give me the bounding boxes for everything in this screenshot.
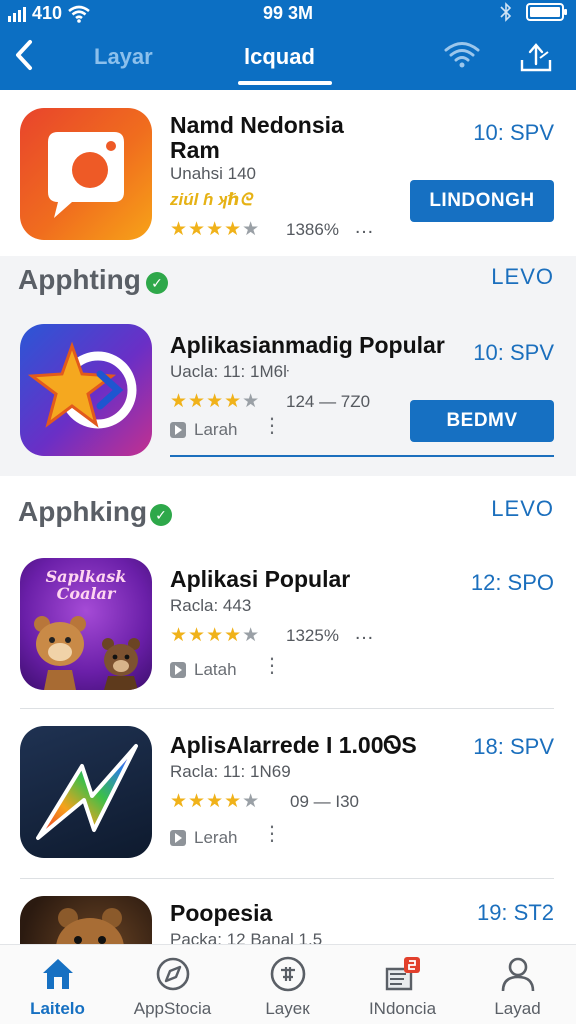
icon-title: Saplkask Coalar — [20, 568, 152, 602]
app-time: 19: ST2 — [476, 900, 554, 925]
wifi-icon — [444, 42, 480, 68]
app-name-line2: Ram — [170, 137, 220, 163]
bear-icon — [56, 908, 124, 944]
more-dots-icon[interactable]: … — [354, 216, 375, 239]
star-rating: ★★★★★ — [170, 391, 261, 412]
app-icon — [20, 324, 152, 456]
list-item-featured[interactable]: Namd Nedonsia Ram Unahsi 140 ziúl ɦ ʞℏᘓ … — [0, 90, 576, 256]
section-see-more[interactable]: LEVO — [491, 264, 554, 290]
bottom-nav-layers[interactable]: Layeк — [230, 945, 345, 1024]
divider — [20, 708, 554, 709]
play-badge-icon — [170, 662, 186, 678]
app-meta: Larah — [170, 420, 237, 440]
icon-title-line2: Coalar — [56, 584, 116, 603]
rating-count: 1325% — [286, 626, 339, 645]
section-header: Apphking ✓ LEVO — [0, 492, 576, 532]
app-time: 12: SPO — [470, 570, 554, 595]
app-meta: Latah — [170, 660, 237, 680]
app-meta-label: Latah — [194, 660, 237, 679]
app-time: 10: SPV — [473, 340, 554, 365]
app-subtitle: Racla: 443 — [170, 596, 252, 615]
section-see-more[interactable]: LEVO — [491, 496, 554, 522]
back-button[interactable] — [10, 38, 40, 74]
star-rating: ★★★★★ — [170, 219, 261, 240]
share-icon — [520, 43, 552, 72]
grid-circle-icon — [270, 956, 306, 992]
home-icon — [43, 959, 73, 989]
chevron-left-icon — [16, 40, 32, 70]
star-badge-icon — [27, 341, 137, 429]
list-item[interactable]: Aplikasianmadig Popular Uacla: 11: 1M6ŀ … — [0, 310, 576, 470]
app-subtitle: Racla: 11: 1N69 — [170, 762, 291, 781]
user-icon — [501, 957, 535, 992]
app-icon: Saplkask Coalar — [20, 558, 152, 690]
section-title: Apphting — [18, 264, 141, 295]
inbox-icon — [385, 957, 420, 991]
progress-line — [170, 455, 554, 457]
app-meta-label: Larah — [194, 420, 238, 439]
bluetooth-icon — [500, 2, 512, 22]
app-icon — [20, 726, 152, 858]
app-subtitle: Unahsi 140 — [170, 164, 257, 183]
share-button[interactable] — [518, 40, 554, 74]
verified-check-icon: ✓ — [150, 504, 172, 526]
play-badge-icon — [170, 422, 186, 438]
top-nav-bar: Layar lcquad — [0, 26, 576, 90]
bottom-nav-label: Layeк — [265, 999, 310, 1018]
bottom-nav-label: INdoncia — [368, 999, 437, 1018]
rating-count: 09 — I30 — [290, 792, 359, 811]
bottom-nav-label: Laitelo — [30, 999, 85, 1018]
app-meta: Lerah — [170, 828, 237, 848]
app-subtitle: Packa: 12 Banal 1.5 — [170, 930, 323, 944]
kebab-menu-icon[interactable]: ⋮ — [262, 656, 282, 676]
bottom-nav: Laitelo AppStocia Layeк INdoncia Layad — [0, 944, 576, 1024]
status-bar: 410 99 3M — [0, 0, 576, 26]
section-title: Apphking — [18, 496, 148, 527]
app-icon — [20, 896, 152, 944]
camera-chat-icon — [48, 132, 124, 218]
bottom-nav-label: Layad — [494, 999, 541, 1018]
app-name: Poopesia — [170, 900, 273, 926]
tab-layar[interactable]: Layar — [94, 44, 153, 70]
app-name: Aplikasi Popular — [170, 566, 351, 592]
list-item[interactable]: Saplkask Coalar Aplikasi Popular Racla: … — [0, 550, 576, 710]
bottom-nav-notifications[interactable]: INdoncia — [345, 945, 460, 1024]
bottom-nav-profile[interactable]: Layad — [460, 945, 575, 1024]
kebab-menu-icon[interactable]: ⋮ — [262, 416, 282, 436]
section-header: Apphting ✓ LEVO — [0, 260, 576, 300]
compass-icon — [156, 957, 190, 991]
rating-count: 1386% — [286, 220, 339, 239]
app-name: Aplikasianmadig Popular — [170, 332, 445, 358]
wifi-button[interactable] — [444, 40, 480, 70]
list-item[interactable]: AplisAlarrede I 1.00ᏫS Racla: 11: 1N69 ★… — [0, 716, 576, 876]
divider — [20, 878, 554, 879]
bottom-nav-label: AppStocia — [133, 999, 212, 1018]
bottom-nav-appstore[interactable]: AppStocia — [115, 945, 230, 1024]
star-rating: ★★★★★ — [170, 625, 261, 646]
rating-count: 124 — 7Z0 — [286, 392, 371, 411]
status-time: 99 3M — [262, 3, 314, 23]
tab-lcquad[interactable]: lcquad — [244, 44, 315, 70]
app-icon — [20, 108, 152, 240]
app-time: 10: SPV — [473, 120, 554, 145]
bottom-nav-home[interactable]: Laitelo — [0, 945, 115, 1024]
battery-icon — [526, 3, 567, 21]
app-subtitle: Uacla: 11: 1M6ŀ — [170, 362, 289, 381]
app-time: 18: SPV — [473, 734, 554, 759]
app-name: AplisAlarrede I 1.00ᏫS — [170, 732, 417, 758]
verified-check-icon: ✓ — [146, 272, 168, 294]
kebab-menu-icon[interactable]: ⋮ — [262, 824, 282, 844]
app-meta-label: Lerah — [194, 828, 238, 847]
install-button[interactable]: LINDONGH — [410, 180, 554, 222]
play-badge-icon — [170, 830, 186, 846]
active-tab-indicator — [238, 81, 332, 85]
app-name: Namd Nedonsia — [170, 112, 344, 138]
icon-title-line1: Saplkask — [45, 567, 127, 586]
app-tagline: ziúl ɦ ʞℏᘓ — [170, 190, 252, 209]
list-item[interactable]: Poopesia Packa: 12 Banal 1.5 19: ST2 — [0, 884, 576, 944]
install-button[interactable]: BEDMV — [410, 400, 554, 442]
more-dots-icon[interactable]: … — [354, 622, 375, 645]
star-rating: ★★★★★ — [170, 791, 261, 812]
rainbow-bolt-icon — [36, 744, 138, 840]
